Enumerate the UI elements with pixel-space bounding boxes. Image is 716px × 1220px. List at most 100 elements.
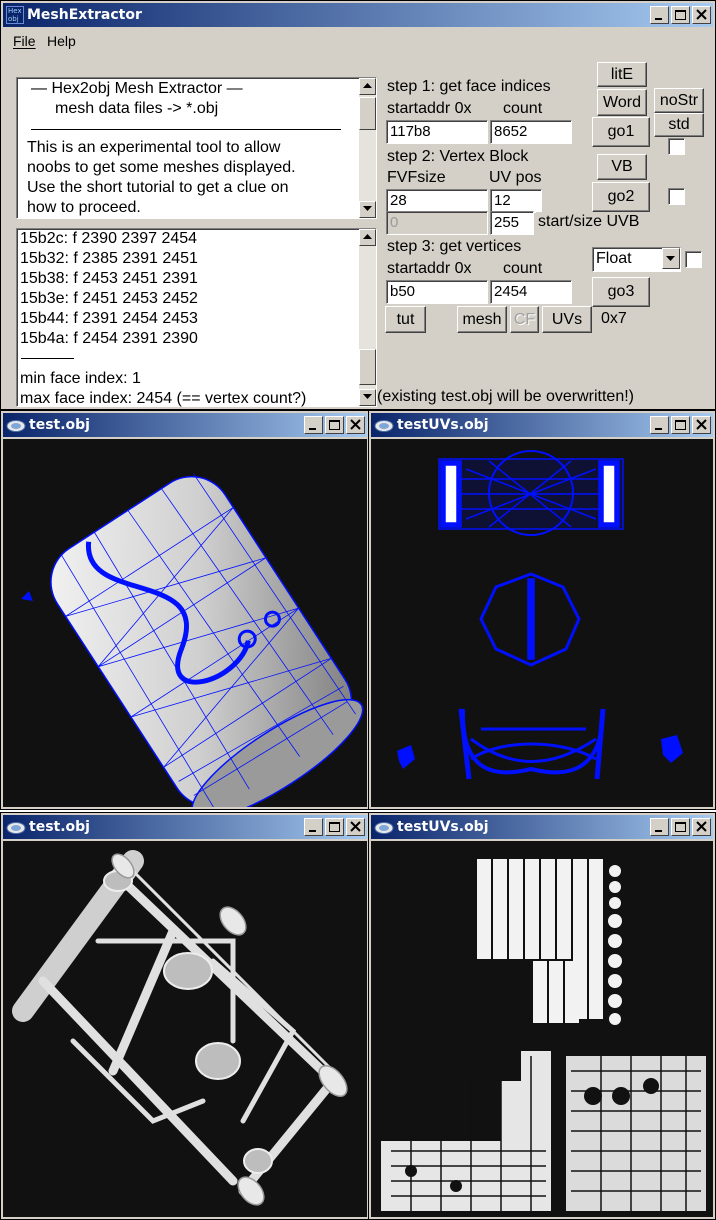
word-button[interactable]: Word — [597, 89, 647, 116]
close-button[interactable] — [346, 416, 365, 434]
step1-title: step 1: get face indices — [385, 77, 587, 99]
minimize-icon — [309, 830, 316, 832]
close-icon — [350, 821, 361, 832]
uv-viewport[interactable] — [371, 841, 713, 1217]
minimize-button[interactable] — [650, 818, 669, 836]
viewer-title: test.obj — [29, 819, 90, 835]
maximize-button[interactable] — [325, 818, 344, 836]
log-line: 15b44: f 2391 2454 2453 — [20, 310, 198, 327]
uvb-label: start/size UVB — [536, 212, 658, 234]
nostr-button[interactable]: noStr — [654, 88, 704, 113]
maximize-button[interactable] — [671, 818, 690, 836]
minimize-icon — [655, 830, 662, 832]
main-window: Hex obj MeshExtractor File Help — Hex2ob… — [0, 0, 716, 410]
tank-wireframe-render — [21, 473, 364, 807]
viewer-app-icon — [374, 819, 394, 834]
uv-layout-render — [381, 859, 706, 1211]
mesh-viewport[interactable] — [3, 439, 367, 807]
std-button[interactable]: std — [654, 113, 704, 137]
scroll-up-button[interactable] — [359, 229, 376, 246]
viewer-title-bar[interactable]: testUVs.obj — [371, 413, 713, 437]
maximize-button[interactable] — [671, 416, 690, 434]
viewer-title: testUVs.obj — [397, 417, 489, 433]
uvs-button[interactable]: UVs — [542, 306, 592, 333]
hex-value-label: 0x7 — [596, 309, 641, 331]
chevron-down-icon — [666, 256, 675, 261]
go2-checkbox[interactable] — [668, 188, 685, 205]
step3-startaddr-input[interactable]: b50 — [386, 280, 488, 304]
info-line: noobs to get some meshes displayed. — [27, 159, 296, 176]
viewer-app-icon — [374, 417, 394, 432]
step3-count-input[interactable]: 2454 — [490, 280, 572, 304]
minimize-icon — [309, 428, 316, 430]
tut-button[interactable]: tut — [385, 306, 426, 333]
close-button[interactable] — [692, 6, 711, 24]
float-checkbox[interactable] — [685, 251, 702, 268]
maximize-icon — [329, 822, 340, 832]
arrow-down-icon — [363, 206, 372, 211]
uvb-size-input[interactable]: 255 — [490, 211, 534, 235]
minimize-icon — [655, 428, 662, 430]
scroll-down-button[interactable] — [359, 389, 376, 406]
menu-file[interactable]: File — [13, 33, 36, 49]
minimize-button[interactable] — [650, 416, 669, 434]
go1-button[interactable]: go1 — [592, 117, 650, 147]
uv-pos-input[interactable]: 12 — [490, 189, 542, 213]
scroll-thumb[interactable] — [359, 97, 376, 130]
maximize-button[interactable] — [325, 416, 344, 434]
uv-viewport[interactable] — [371, 439, 713, 807]
maximize-button[interactable] — [671, 6, 690, 24]
dropdown-button[interactable] — [662, 248, 680, 269]
log-line: 15b32: f 2385 2391 2451 — [20, 250, 198, 267]
info-textbox[interactable]: — Hex2obj Mesh Extractor — mesh data fil… — [16, 77, 377, 219]
arrow-down-icon — [363, 394, 372, 399]
close-icon — [696, 419, 707, 430]
main-title-bar[interactable]: Hex obj MeshExtractor — [3, 3, 713, 27]
maximize-icon — [675, 10, 686, 20]
status-text: (existing test.obj will be overwritten!) — [377, 387, 677, 409]
viewer-title-bar[interactable]: test.obj — [3, 413, 367, 437]
viewer-title-bar[interactable]: test.obj — [3, 815, 367, 839]
vertex-type-select[interactable]: Float — [592, 247, 681, 272]
cf-button: CF — [510, 306, 539, 333]
lite-button[interactable]: litE — [597, 62, 647, 87]
close-icon — [696, 821, 707, 832]
chassis-render — [12, 850, 348, 1206]
viewer-app-icon — [6, 819, 26, 834]
maximize-icon — [329, 420, 340, 430]
step1-startaddr-input[interactable]: 117b8 — [386, 120, 488, 144]
mesh-button[interactable]: mesh — [457, 306, 507, 333]
go3-button[interactable]: go3 — [592, 277, 650, 307]
info-scrollbar[interactable] — [359, 78, 376, 218]
go2-button[interactable]: go2 — [592, 182, 650, 212]
fvf-size-input[interactable]: 28 — [386, 189, 488, 213]
scroll-down-button[interactable] — [359, 201, 376, 218]
close-button[interactable] — [346, 818, 365, 836]
viewer-title: testUVs.obj — [397, 819, 489, 835]
minimize-button[interactable] — [650, 6, 669, 24]
scroll-thumb[interactable] — [359, 349, 376, 385]
menu-help[interactable]: Help — [47, 33, 76, 49]
close-button[interactable] — [692, 818, 711, 836]
scroll-up-button[interactable] — [359, 78, 376, 95]
vb-button[interactable]: VB — [597, 154, 647, 180]
log-line: 15b3e: f 2451 2453 2452 — [20, 290, 198, 307]
viewer-window-uv-2: testUVs.obj — [368, 812, 716, 1220]
viewer-title-bar[interactable]: testUVs.obj — [371, 815, 713, 839]
info-heading: — Hex2obj Mesh Extractor — — [31, 80, 243, 97]
log-listbox[interactable]: 15b2c: f 2390 2397 2454 15b32: f 2385 23… — [16, 228, 377, 407]
step1-count-input[interactable]: 8652 — [490, 120, 572, 144]
log-line: 15b38: f 2453 2451 2391 — [20, 270, 198, 287]
std-checkbox[interactable] — [668, 138, 685, 155]
step1-labels: startaddr 0x count — [385, 99, 587, 121]
log-line: 15b2c: f 2390 2397 2454 — [20, 230, 198, 247]
close-button[interactable] — [692, 416, 711, 434]
minimize-button[interactable] — [304, 818, 323, 836]
mesh-viewport[interactable] — [3, 841, 367, 1217]
app-icon: Hex obj — [6, 6, 24, 24]
info-line: how to proceed. — [27, 199, 141, 216]
info-subheading: mesh data files -> *.obj — [55, 100, 219, 117]
minimize-button[interactable] — [304, 416, 323, 434]
arrow-up-icon — [363, 234, 372, 239]
log-scrollbar[interactable] — [359, 229, 376, 406]
